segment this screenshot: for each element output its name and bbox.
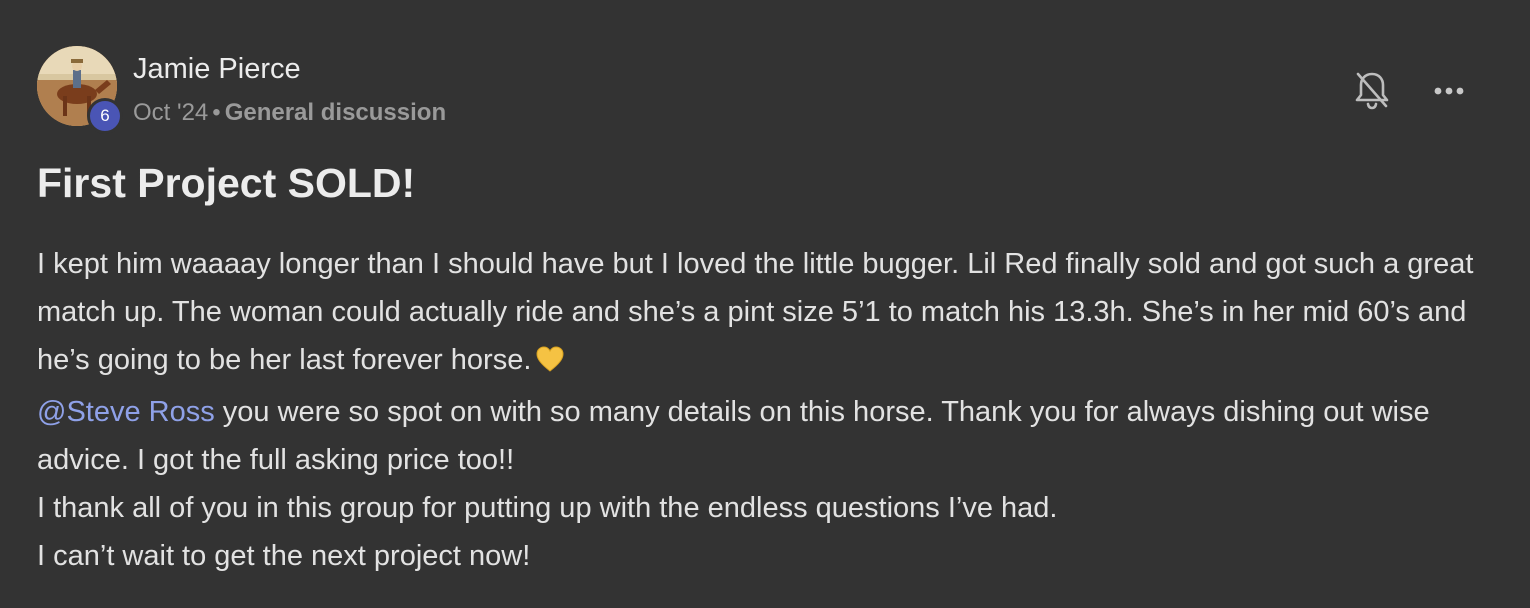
meta-separator: • <box>212 99 221 126</box>
author-avatar-container[interactable]: 6 <box>37 46 123 134</box>
bell-off-icon <box>1355 72 1389 110</box>
author-name[interactable]: Jamie Pierce <box>133 53 301 86</box>
post-paragraph-4: I can’t wait to get the next project now… <box>37 540 531 572</box>
post-meta: Oct '24 • General discussion <box>133 99 446 127</box>
post-body: I kept him waaaay longer than I should h… <box>37 240 1507 580</box>
more-options-icon <box>1434 87 1464 95</box>
post-date[interactable]: Oct '24 <box>133 99 208 126</box>
post-paragraph-2-text: you were so spot on with so many details… <box>37 396 1430 476</box>
post-card: 6 Jamie Pierce Oct '24 • General discussio… <box>0 0 1530 608</box>
user-mention-link[interactable]: @Steve Ross <box>37 396 215 428</box>
post-paragraph-2: @Steve Ross you were so spot on with so … <box>37 388 1507 484</box>
post-title: First Project SOLD! <box>37 160 416 206</box>
more-options-button[interactable] <box>1430 78 1474 104</box>
post-topic[interactable]: General discussion <box>225 99 446 126</box>
yellow-heart-icon <box>535 340 565 388</box>
post-paragraph-1-text: I kept him waaaay longer than I should h… <box>37 248 1474 376</box>
level-badge-number: 6 <box>100 106 110 125</box>
notifications-toggle-button[interactable] <box>1350 68 1394 112</box>
level-badge: 6 <box>87 98 123 134</box>
post-paragraph-3: I thank all of you in this group for put… <box>37 492 1058 524</box>
post-paragraph-1: I kept him waaaay longer than I should h… <box>37 240 1507 388</box>
